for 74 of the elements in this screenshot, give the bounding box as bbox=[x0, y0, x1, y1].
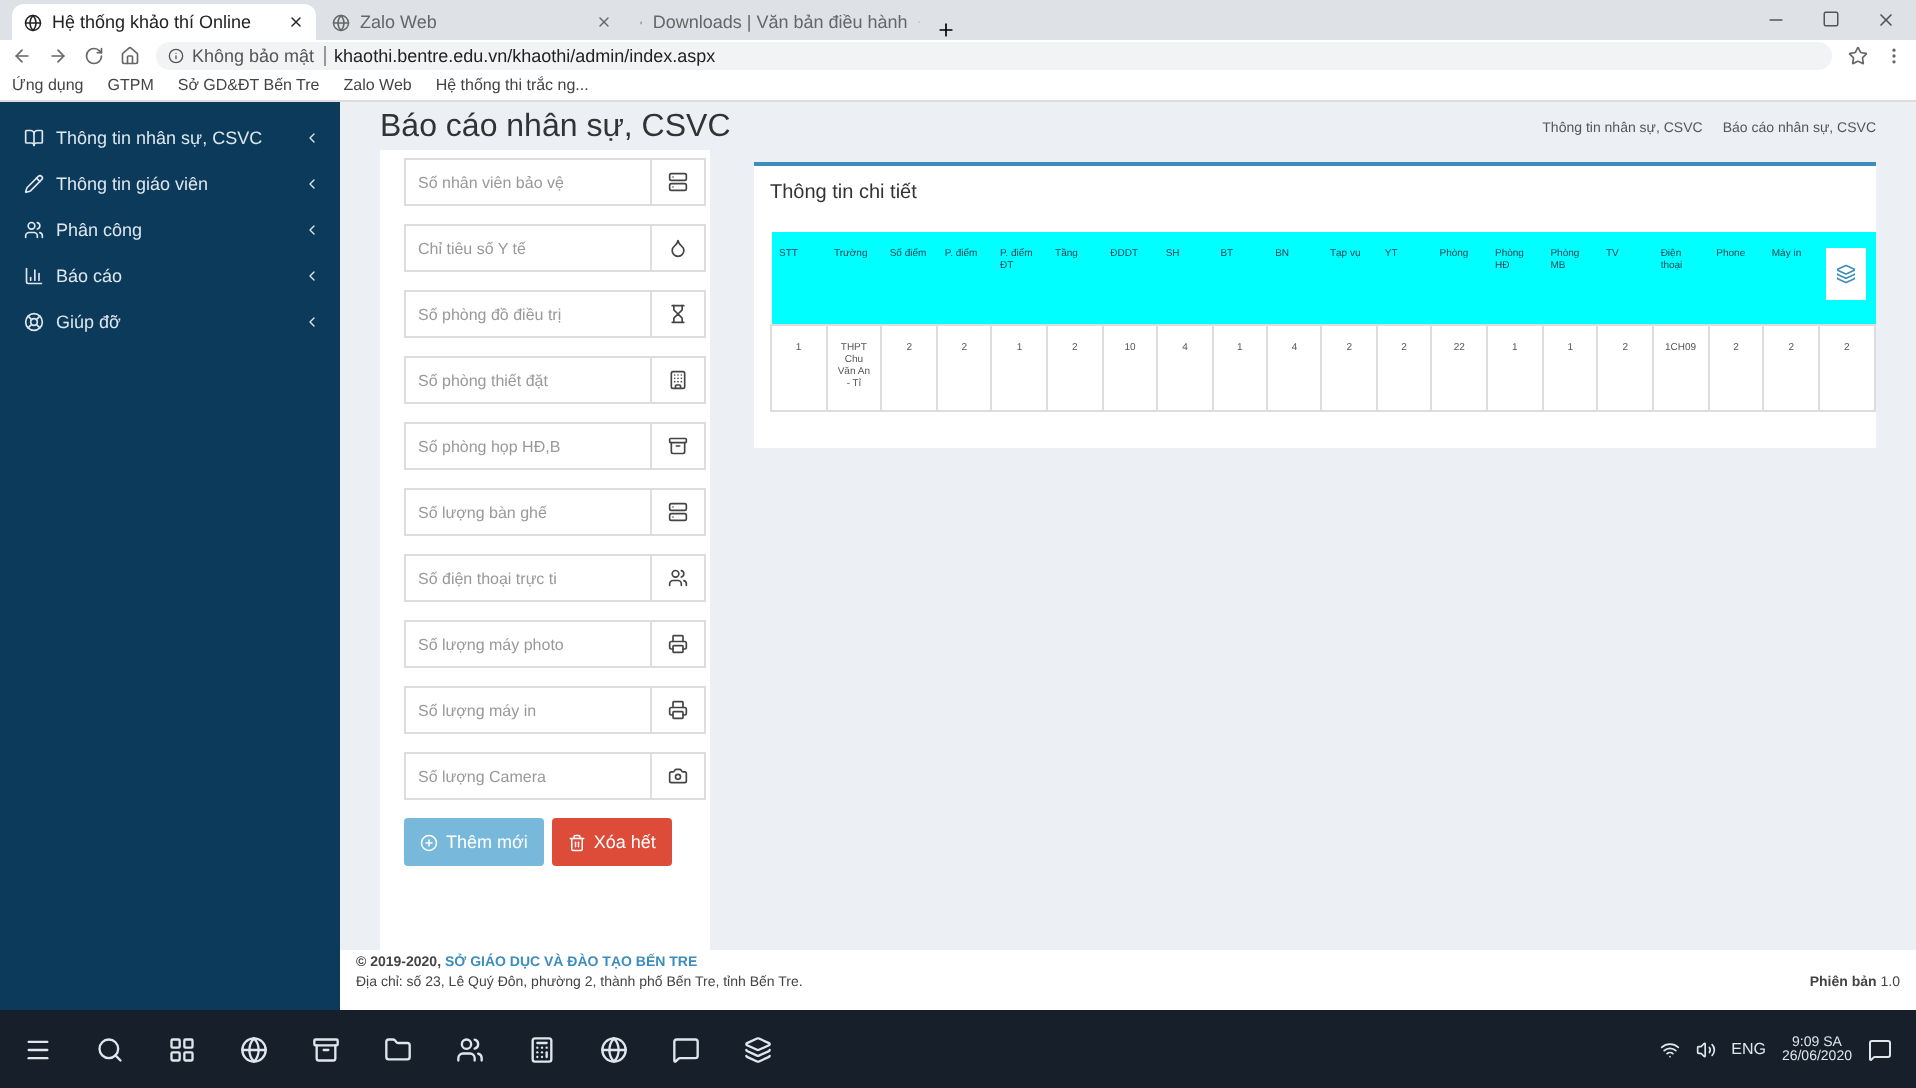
bookmark-link[interactable]: Sở GD&ĐT Bến Tre bbox=[177, 75, 320, 93]
bookmark-link[interactable]: Hệ thống thi trắc ng... bbox=[435, 75, 589, 93]
url-text: khaothi.bentre.edu.vn/khaothi/admin/index.aspx bbox=[334, 46, 716, 66]
chat-icon[interactable] bbox=[672, 1035, 700, 1063]
sidebar-item[interactable]: Báo cáo bbox=[0, 252, 340, 298]
lifebuoy-icon bbox=[24, 311, 44, 331]
camera-icon bbox=[668, 766, 688, 786]
input-field[interactable]: Chỉ tiêu số Y tế bbox=[404, 224, 652, 272]
browser-tab[interactable]: Downloads | Văn bản điều hành bbox=[628, 4, 932, 40]
archive-icon[interactable] bbox=[312, 1035, 340, 1063]
start-icon[interactable] bbox=[24, 1035, 52, 1063]
address-bar[interactable]: Không bảo mật khaothi.bentre.edu.vn/khaothi/admin/index.aspx bbox=[156, 42, 1832, 70]
people-icon bbox=[668, 568, 688, 588]
input-field[interactable]: Số lượng bàn ghế bbox=[404, 488, 652, 536]
sidebar-item[interactable]: Thông tin giáo viên bbox=[0, 160, 340, 206]
input-field[interactable]: Số nhân viên bảo vệ bbox=[404, 158, 652, 206]
input-field[interactable]: Số lượng máy in bbox=[404, 686, 652, 734]
forward-icon[interactable] bbox=[48, 46, 68, 66]
search-icon[interactable] bbox=[96, 1035, 124, 1063]
bar-chart-icon bbox=[24, 265, 44, 285]
chevron-icon bbox=[304, 129, 320, 145]
layers-icon[interactable] bbox=[744, 1035, 772, 1063]
browser-tab[interactable]: Zalo Web bbox=[320, 4, 624, 40]
browser-tab[interactable]: Hệ thống khảo thí Online bbox=[12, 4, 316, 40]
chevron-icon bbox=[304, 313, 320, 329]
layers-button[interactable] bbox=[1826, 248, 1867, 300]
wifi-icon[interactable] bbox=[1659, 1039, 1680, 1059]
bookmark-link[interactable]: Ứng dụng bbox=[12, 75, 84, 93]
folder-icon[interactable] bbox=[384, 1035, 412, 1063]
input-field[interactable]: Số phòng họp HĐ,B bbox=[404, 422, 652, 470]
bookmark-link[interactable]: Zalo Web bbox=[343, 75, 412, 93]
printer-icon bbox=[668, 634, 688, 654]
page-title: Báo cáo nhân sự, CSVC bbox=[380, 110, 731, 146]
language-indicator[interactable]: ENG bbox=[1731, 1040, 1766, 1058]
reload-icon[interactable] bbox=[84, 46, 104, 66]
input-field[interactable]: Số lượng máy photo bbox=[404, 620, 652, 668]
droplet-icon bbox=[668, 238, 688, 258]
chevron-icon bbox=[304, 175, 320, 191]
chevron-icon bbox=[304, 267, 320, 283]
sidebar-item[interactable]: Giúp đỡ bbox=[0, 298, 340, 344]
home-icon[interactable] bbox=[120, 46, 140, 66]
speaker-icon[interactable] bbox=[1695, 1039, 1716, 1059]
calculator-icon[interactable] bbox=[528, 1035, 556, 1063]
back-icon[interactable] bbox=[12, 46, 32, 66]
bookmark-link[interactable]: GTPM bbox=[107, 75, 154, 93]
plus-circle-icon bbox=[420, 833, 438, 851]
archive-icon bbox=[668, 436, 688, 456]
printer-icon bbox=[668, 700, 688, 720]
maximize-icon[interactable] bbox=[1822, 10, 1840, 28]
sidebar-item[interactable]: Thông tin nhân sự, CSVC bbox=[0, 114, 340, 160]
people-icon bbox=[24, 219, 44, 239]
input-field[interactable]: Số phòng thiết đặt bbox=[404, 356, 652, 404]
input-field[interactable]: Số phòng đồ điều trị bbox=[404, 290, 652, 338]
stack-icon bbox=[668, 172, 688, 192]
sidebar-item[interactable]: Phân công bbox=[0, 206, 340, 252]
hourglass-icon bbox=[668, 304, 688, 324]
pencil-icon bbox=[24, 173, 44, 193]
input-field[interactable]: Số lượng Camera bbox=[404, 752, 652, 800]
info-icon bbox=[168, 48, 184, 64]
building-icon bbox=[668, 370, 688, 390]
people-icon[interactable] bbox=[456, 1035, 484, 1063]
stack-icon bbox=[668, 502, 688, 522]
new-tab-icon[interactable] bbox=[936, 20, 956, 40]
chevron-icon bbox=[304, 221, 320, 237]
input-field[interactable]: Số điện thoại trực ti bbox=[404, 554, 652, 602]
star-icon[interactable] bbox=[1848, 46, 1868, 66]
notification-icon[interactable] bbox=[1868, 1037, 1892, 1061]
book-icon bbox=[24, 127, 44, 147]
panel-title: Thông tin chi tiết bbox=[770, 182, 919, 204]
layers-icon bbox=[1836, 264, 1857, 284]
trash-icon bbox=[567, 833, 586, 851]
security-label: Không bảo mật bbox=[192, 46, 327, 66]
delete-button[interactable]: Xóa hết bbox=[551, 818, 672, 866]
grid-icon[interactable] bbox=[168, 1035, 196, 1063]
